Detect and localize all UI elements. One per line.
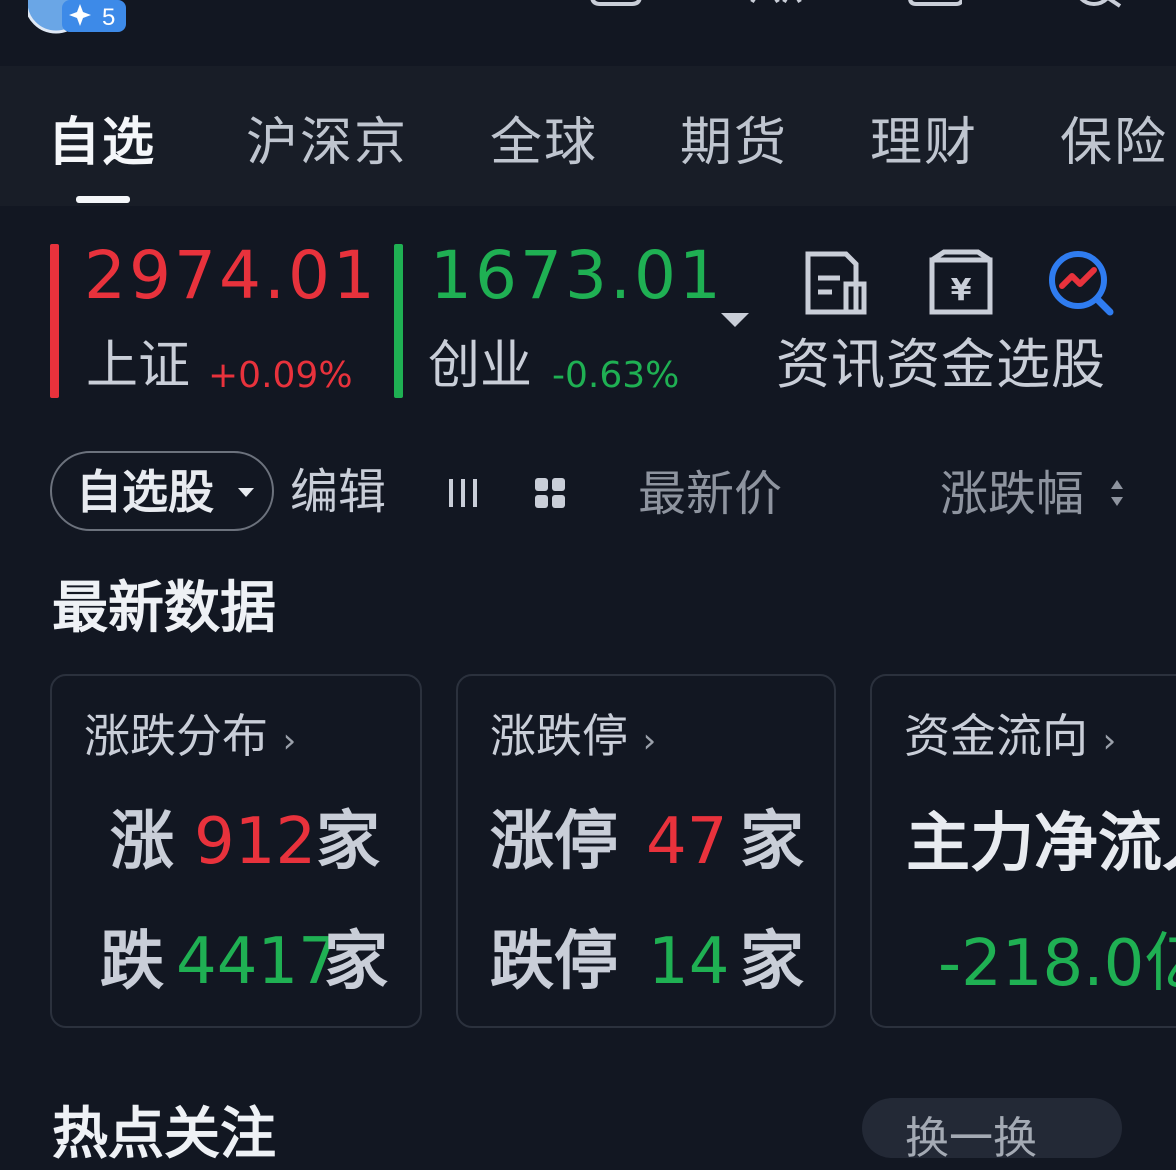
fund-flow-value: -218.0亿 [938, 927, 1176, 1001]
up-count: 912 [194, 805, 317, 879]
up-unit: 家 [316, 805, 380, 879]
svg-text:¥: ¥ [951, 273, 972, 308]
stock-picker-icon[interactable] [1046, 248, 1116, 318]
distribution-title[interactable]: 涨跌分布 › [84, 706, 296, 771]
index-sh-bar [50, 244, 59, 398]
index-dropdown-icon[interactable] [721, 313, 749, 327]
search-icon[interactable] [1070, 0, 1126, 20]
chevron-down-icon [238, 488, 254, 497]
tab-global[interactable]: 全球 [490, 108, 598, 178]
index-sh-change: +0.09% [208, 355, 353, 396]
watchlist-label[interactable]: 自选股 [76, 462, 214, 522]
fund-flow-card[interactable]: 资金流向 › 主力净流入 -218.0亿 [870, 674, 1176, 1028]
font-size-icon[interactable] [748, 0, 804, 20]
change-pct-header[interactable]: 涨跌幅 [940, 464, 1084, 524]
limit-title[interactable]: 涨跌停 › [490, 706, 656, 771]
scan-icon[interactable] [588, 0, 644, 20]
chevron-right-icon: › [282, 721, 297, 761]
tab-insurance[interactable]: 保险 [1060, 108, 1168, 178]
limit-up-count: 47 [646, 805, 728, 879]
down-unit: 家 [324, 925, 388, 999]
tool-labels[interactable]: 资讯资金选股 [776, 332, 1106, 398]
active-tab-indicator [76, 196, 130, 203]
tab-a-shares[interactable]: 沪深京 [246, 108, 408, 178]
limit-down-unit: 家 [740, 925, 804, 999]
latest-price-header[interactable]: 最新价 [638, 464, 782, 524]
limit-up-unit: 家 [740, 805, 804, 879]
tab-futures[interactable]: 期货 [680, 108, 788, 178]
grid-view-icon[interactable] [533, 476, 567, 510]
tab-wealth[interactable]: 理财 [870, 108, 978, 178]
message-icon[interactable] [906, 0, 962, 20]
top-bar: 5 [0, 0, 1176, 66]
down-label: 跌 [100, 925, 164, 999]
list-view-icon[interactable] [446, 476, 480, 510]
index-sh-value[interactable]: 2974.01 [84, 238, 378, 314]
hot-topics-title: 热点关注 [52, 1102, 276, 1167]
sort-icon[interactable] [1108, 476, 1126, 510]
edit-button[interactable]: 编辑 [290, 462, 386, 522]
chevron-right-icon: › [1102, 721, 1117, 761]
section-title: 最新数据 [52, 576, 276, 641]
fund-icon[interactable]: ¥ [926, 248, 996, 318]
up-label: 涨 [110, 805, 174, 879]
tab-watchlist[interactable]: 自选 [48, 108, 156, 178]
index-cy-value[interactable]: 1673.01 [430, 238, 724, 314]
down-count: 4417 [176, 925, 339, 999]
limit-down-label: 跌停 [490, 925, 618, 999]
index-cy-bar [394, 244, 403, 398]
news-icon[interactable] [800, 248, 870, 318]
avatar-badge: 5 [102, 4, 115, 31]
refresh-label[interactable]: 换一换 [905, 1102, 1037, 1166]
fund-flow-title[interactable]: 资金流向 › [904, 706, 1116, 771]
limit-down-count: 14 [648, 925, 730, 999]
index-cy-name[interactable]: 创业 [428, 336, 532, 396]
index-cy-change: -0.63% [552, 355, 680, 396]
fund-flow-label: 主力净流入 [906, 807, 1176, 881]
chevron-right-icon: › [642, 721, 657, 761]
avatar[interactable]: 5 [24, 0, 128, 34]
limit-up-label: 涨停 [490, 805, 618, 879]
index-sh-name[interactable]: 上证 [86, 336, 190, 396]
